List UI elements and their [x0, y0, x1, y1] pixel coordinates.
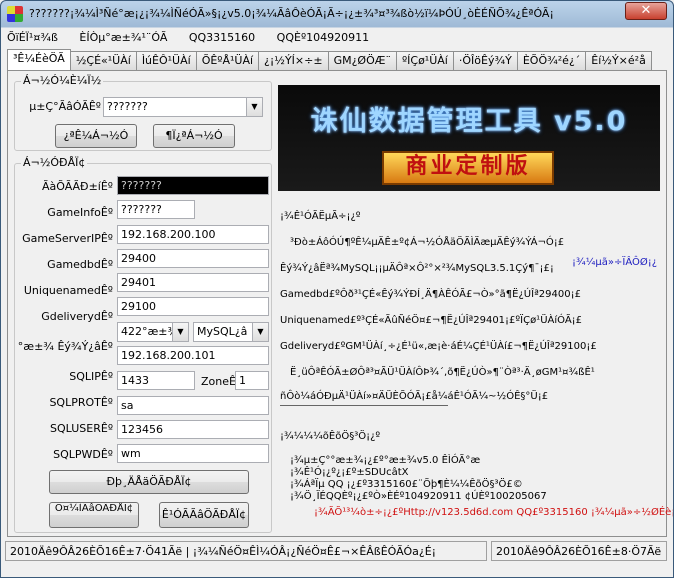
window-title: ???????¡¾¼Ì³Ñé°æ¡¿¡¾¼ÌÑéÓÃ»§¡¿v5.0¡¾¼ÃâÔ…	[29, 7, 554, 20]
banner-subtitle: 商业定制版	[382, 151, 554, 185]
chevron-down-icon: ▼	[172, 323, 188, 341]
tab-logs[interactable]: ÈÕÖ¾²é¿´	[516, 51, 587, 70]
sql-port-field[interactable]: 1433	[117, 371, 195, 390]
login-group: Á¬½Ó¼È¼Ï½ µ±Ç°ÃâÓÃÊº ??????? ▼ ¿ªÊ¼Á¬½Ó …	[14, 74, 272, 151]
password-label: µ±Ç°ÃâÓÃÊº	[29, 100, 101, 113]
apply-config-button[interactable]: Ê¹ÓÃÃâÖÃÐÅÏ¢	[159, 502, 249, 528]
disconnect-button[interactable]: ¶Ï¿ªÁ¬½Ó	[153, 124, 235, 148]
read-config-button[interactable]: Ö¤¼ÌÃâÖÃÐÅÏ¢	[49, 502, 139, 528]
password-value: ???????	[107, 100, 148, 113]
info-bar: ÕïÉÏ¹¤¾ß ÈÍÒµ°æ±¾¹¨ÓÃ QQ3315160 QQÈº1049…	[7, 31, 387, 47]
disconnect-button-label: ¶Ï¿ªÁ¬½Ó	[165, 129, 223, 142]
version-select-value: 422°æ±¾	[121, 325, 179, 338]
password-select[interactable]: ??????? ▼	[103, 97, 263, 117]
config-label: GdeliverydÊº	[41, 310, 113, 323]
config-label: UniquenamedÊº	[23, 284, 113, 297]
main-window: ???????¡¾¼Ì³Ñé°æ¡¿¡¾¼ÌÑéÓÃ»§¡¿v5.0¡¾¼ÃâÔ…	[0, 0, 674, 578]
status-bar: 2010Äê9ÔÂ26ÈÕ16Ê±7·Ö41Ãë | ¡¾¼ÑéÖ¤ÊÌ¼ÓÂ¡…	[3, 541, 671, 563]
tab-strip: ³Ê¼ÉèÖÃ ½ÇÉ«¹ÜÀí ÌúÊÔ¹ÜÀí ÕÊºÅ¹ÜÀí ¿¡½ÝÍ…	[7, 49, 652, 71]
tab-accounts[interactable]: ÕÊºÅ¹ÜÀí	[195, 51, 260, 70]
description-line: ³Ðò±ÁôÓÚ¶ºÊ¼µÄÊ±º¢Á¬½ÓÅäÖÃÌÄæµÄÊý¾ÝÁ¬Ó¡£	[290, 237, 565, 248]
description-line: ñÔò¼áÓÐµÄ¹ÜÀí»¤ÄÜÈÕÓÃ¡£å¼áÊ¹ÓÃ¼~½ÓÊ§°Ü¡£	[280, 391, 549, 402]
support-line: ¡¾µ±Ç°°æ±¾¡¿£º°æ±¾v5.0 ÊÌÓÃ°æ	[290, 455, 481, 466]
server-ip-field[interactable]: 192.168.200.100	[117, 225, 269, 244]
app-icon	[7, 6, 23, 22]
support-line: ¡¾ÁªÏµ QQ ¡¿£º3315160£¨Õþ¶È¼¼ÊõÖ§³Ö£©	[290, 479, 523, 490]
status-time: 2010Äê9ÔÂ26ÈÕ16Ê±8·Ö7Ãë	[491, 541, 667, 561]
info-item: QQÈº104920911	[276, 31, 370, 44]
description-line: Ë¸üÔªÊÓÃ±ØÔª³¤ÃÜ¹ÜÀíÔÞ¾´,õ¶Ë¿ÚÒ»¶¨Òª³·Ä¸…	[290, 367, 595, 378]
support-line: ¡¾Ö¸ÏÉQQÈº¡¿£ºÒ»ÈÉº104920911 ¢ÚÈº1002050…	[290, 491, 547, 502]
sql-user-field[interactable]: 123456	[117, 420, 269, 439]
chevron-down-icon: ▼	[252, 323, 268, 341]
read-config-button-label: Ö¤¼ÌÃâÖÃÐÅÏ¢	[54, 503, 134, 514]
zone-field[interactable]: 1	[235, 371, 269, 390]
settings-panel: Á¬½Ó¼È¼Ï½ µ±Ç°ÃâÓÃÊº ??????? ▼ ¿ªÊ¼Á¬½Ó …	[7, 70, 673, 537]
download-link[interactable]: ¡¾¼µã»÷ÏÂÔØ¡¿	[572, 257, 657, 268]
support-line: ¡¾Ê¹Ó¡¿º¿¡£º±SDUcâtX	[290, 467, 409, 478]
tab-plugins[interactable]: Êí½Ý×é²å	[585, 51, 652, 70]
db-ip-field[interactable]: 192.168.200.101	[117, 346, 269, 365]
status-message: 2010Äê9ÔÂ26ÈÕ16Ê±7·Ö41Ãë | ¡¾¼ÑéÖ¤ÊÌ¼ÓÂ¡…	[5, 541, 487, 561]
connect-button-label: ¿ªÊ¼Á¬½Ó	[63, 129, 129, 142]
server-name-field[interactable]: ???????	[117, 176, 269, 195]
description-line: Gdeliveryd£ºGM¹ÜÀí¸÷¿É¹ü«,æ¡è·áÉ¼ÇÉ¹ÜÀí£…	[280, 341, 597, 352]
tab-tools[interactable]: ¿¡½ÝÍ×÷±	[258, 51, 329, 70]
login-group-title: Á¬½Ó¼È¼Ï½	[21, 74, 104, 87]
uniquenamed-port-field[interactable]: 29401	[117, 273, 269, 292]
product-banner: 诛仙数据管理工具 v5.0 商业定制版	[278, 85, 660, 191]
support-header: ¡¾¼¼¼õÊõÖ§³Ö¡¿º	[280, 431, 381, 442]
divider	[280, 405, 448, 406]
version-label: °æ±¾ Êý¾Ý¿âÊº	[17, 340, 113, 353]
sql-protocol-field[interactable]: sa	[117, 396, 269, 415]
db-type-select-value: MySQL¿â	[197, 325, 248, 338]
tab-items[interactable]: ÌúÊÔ¹ÜÀí	[135, 51, 197, 70]
connect-button[interactable]: ¿ªÊ¼Á¬½Ó	[55, 124, 137, 148]
close-button[interactable]: ✕	[625, 2, 667, 20]
save-config-button[interactable]: Ðþ¸ÄÅäÖÃÐÅÏ¢	[49, 470, 249, 494]
sqlip-label: SQLIPÊº	[69, 370, 113, 383]
description-line: Gamedbd£ºÔð³¹ÇÉ«Êý¾ÝÐÍ¸Ä¶ÀÊÓÃ£¬Ò»°ã¶Ë¿ÚÎ…	[280, 289, 581, 300]
info-item: QQ3315160	[188, 31, 256, 44]
config-label: GameServerIPÊº	[22, 232, 113, 245]
db-type-select[interactable]: MySQL¿â ▼	[193, 322, 269, 342]
tab-settings[interactable]: ³Ê¼ÉèÖÃ	[7, 49, 71, 70]
sqlprot-label: SQLPROTÊº	[49, 396, 113, 409]
config-group-title: Á¬½ÓÐÅÏ¢	[21, 156, 88, 169]
title-bar[interactable]: ???????¡¾¼Ì³Ñé°æ¡¿¡¾¼ÌÑéÓÃ»§¡¿v5.0¡¾¼ÃâÔ…	[1, 1, 673, 27]
banner-title: 诛仙数据管理工具 v5.0	[310, 106, 628, 137]
gameinfo-field[interactable]: ???????	[117, 200, 195, 219]
config-label: GameInfoÊº	[47, 206, 113, 219]
chevron-down-icon: ▼	[246, 98, 262, 116]
tab-merge[interactable]: ºÍÇø¹ÜÀí	[395, 51, 454, 70]
sqluser-label: SQLUSERÊº	[50, 422, 113, 435]
sql-password-field[interactable]: wm	[117, 444, 269, 463]
tab-roles[interactable]: ½ÇÉ«¹ÜÀí	[69, 51, 137, 70]
description-line: Uniquenamed£º³ÇÉ«ÃûÑéÖ¤£¬¶Ë¿ÚÎª29401¡£ºÏ…	[280, 315, 583, 326]
gdeliveryd-port-field[interactable]: 29100	[117, 297, 269, 316]
config-group: Á¬½ÓÐÅÏ¢ ÃàÕÃÃÐ±íÊº ??????? GameInfoÊº ?…	[14, 156, 272, 533]
apply-config-button-label: Ê¹ÓÃÃâÖÃÐÅÏ¢	[161, 508, 247, 521]
config-label: GamedbdÊº	[47, 258, 113, 271]
website-link[interactable]: ¡¾ÃÕ¹³¼ò±÷¡¿£ºHttp://v123.5d6d.com QQ£º3…	[314, 507, 673, 518]
info-item: ÈÍÒµ°æ±¾¹¨ÓÃ	[79, 31, 168, 44]
description-line: Êý¾Ý¿âËª¾MySQL¡¡µÄÔª×Ô²°×²¾MySQL3.5.1Çý¶…	[280, 263, 554, 274]
description-header: ¡¾Ê¹ÓÃËµÃ÷¡¿º	[280, 211, 361, 222]
gamedbd-port-field[interactable]: 29400	[117, 249, 269, 268]
version-select[interactable]: 422°æ±¾ ▼	[117, 322, 189, 342]
tab-analysis[interactable]: ·ÖÎöÊý¾Ý	[452, 51, 518, 70]
info-item: ÕïÉÏ¹¤¾ß	[7, 31, 58, 44]
sqlpwd-label: SQLPWDÊº	[53, 448, 113, 461]
save-config-button-label: Ðþ¸ÄÅäÖÃÐÅÏ¢	[106, 475, 192, 488]
config-label: ÃàÕÃÃÐ±íÊº	[41, 180, 113, 193]
tab-gm[interactable]: GM¿ØÖÆ¨	[327, 51, 397, 70]
